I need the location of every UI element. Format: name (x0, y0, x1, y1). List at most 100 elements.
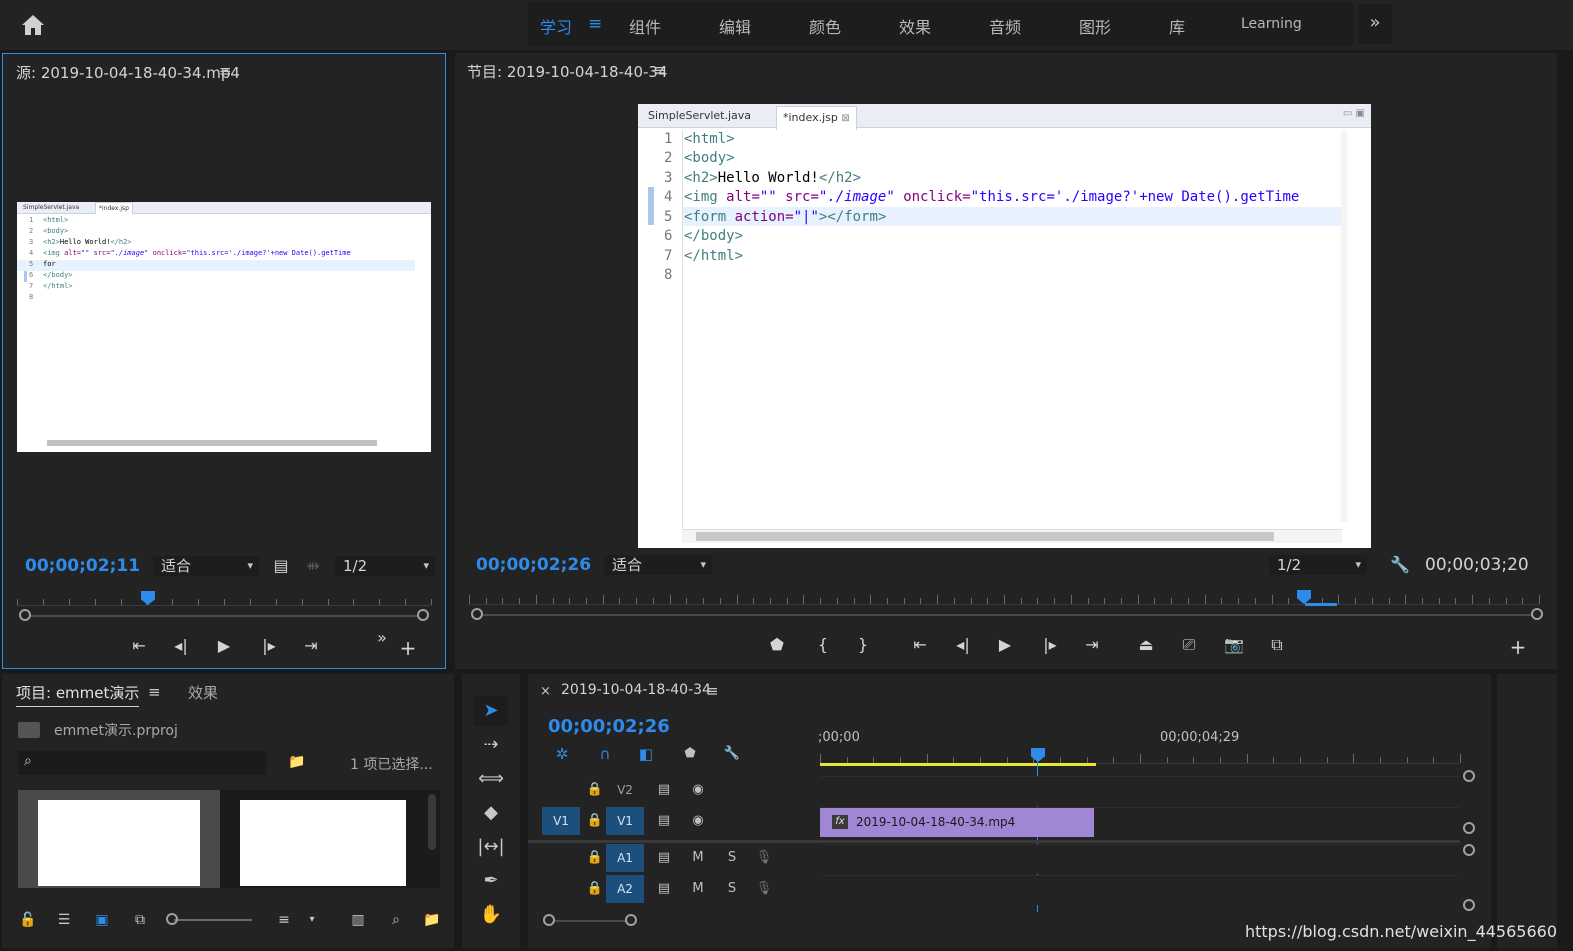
audio-vscroll-top[interactable] (1463, 844, 1475, 856)
film-icon[interactable]: ▤ (654, 776, 674, 804)
film-settings-icon[interactable]: ▤ (269, 554, 293, 578)
marker-icon[interactable]: ⬟ (765, 633, 789, 657)
program-zoom-end-handle[interactable] (1531, 608, 1543, 620)
tab-libraries[interactable]: 库 (1169, 14, 1185, 38)
icon-view-icon[interactable]: ▣ (92, 910, 112, 930)
camera-icon[interactable]: 📷 (1222, 633, 1246, 657)
source-more-buttons[interactable]: » (370, 626, 394, 650)
extract-icon[interactable]: ⎚ (1177, 633, 1201, 657)
chevron-down-icon[interactable]: ▾ (302, 910, 322, 930)
source-time-ruler[interactable] (17, 592, 432, 606)
tab-project[interactable]: 项目: emmet演示 (16, 682, 140, 707)
mark-out-icon[interactable]: } (851, 633, 875, 657)
thumbnail-size-slider[interactable] (174, 919, 252, 921)
track-lane-a2[interactable] (820, 875, 1460, 905)
nest-icon[interactable]: ✲ (552, 740, 572, 768)
project-item-thumbnail[interactable] (240, 800, 406, 886)
project-panel-menu-icon[interactable]: ≡ (148, 683, 161, 701)
tab-editing[interactable]: 编辑 (719, 14, 751, 38)
source-panel-menu-icon[interactable]: ≡ (219, 62, 232, 80)
track-label-a1[interactable]: A1 (606, 844, 644, 872)
pen-tool-icon[interactable]: ✒ (474, 866, 508, 896)
source-panel-title[interactable]: 源: 2019-10-04-18-40-34.mp4 (16, 62, 240, 83)
solo-button[interactable]: S (722, 875, 742, 903)
linked-selection-icon[interactable]: ◧ (636, 740, 656, 768)
go-to-in-icon[interactable]: ⇤ (127, 634, 151, 658)
track-lane-v2[interactable] (820, 776, 1460, 806)
tab-graphics[interactable]: 图形 (1079, 14, 1111, 38)
project-grid-scrollbar[interactable] (428, 794, 436, 850)
microphone-icon[interactable]: 🎙 (754, 844, 774, 872)
program-panel-menu-icon[interactable]: ≡ (653, 61, 666, 79)
track-label-v2[interactable]: V2 (606, 776, 644, 804)
eye-icon[interactable]: ◉ (688, 776, 708, 804)
lock-icon[interactable]: 🔒 (585, 844, 605, 872)
find-icon[interactable]: ⌕ (386, 910, 406, 930)
project-item-selected[interactable] (18, 790, 220, 888)
home-button[interactable] (18, 10, 48, 40)
tab-assembly[interactable]: 组件 (629, 14, 661, 38)
selection-tool-icon[interactable]: ➤ (474, 696, 508, 726)
new-bin-from-search-icon[interactable]: 📁 (288, 754, 305, 770)
sort-icon[interactable]: ≡ (274, 910, 294, 930)
video-vscroll-bottom[interactable] (1463, 822, 1475, 834)
film-icon[interactable]: ▤ (654, 844, 674, 872)
program-time-ruler[interactable] (469, 591, 1540, 605)
program-timecode[interactable]: 00;00;02;26 (476, 555, 591, 575)
tab-effects[interactable]: 效果 (899, 14, 931, 38)
compare-view-icon[interactable]: ⧉ (1265, 633, 1289, 657)
audio-vscroll-bottom[interactable] (1463, 899, 1475, 911)
lock-icon[interactable]: 🔒 (585, 875, 605, 903)
step-back-icon[interactable]: ◂| (951, 633, 975, 657)
source-zoom-end-handle[interactable] (417, 609, 429, 621)
ripple-edit-tool-icon[interactable]: ⟺ (474, 764, 508, 794)
source-timecode[interactable]: 00;00;02;11 (25, 556, 140, 576)
lift-icon[interactable]: ⏏ (1134, 633, 1158, 657)
work-area-bar[interactable] (820, 763, 1096, 766)
timeline-timecode[interactable]: 00;00;02;26 (548, 716, 670, 737)
source-fit-dropdown[interactable]: 适合 ▾ (153, 556, 259, 576)
step-back-icon[interactable]: ◂| (169, 634, 193, 658)
tab-learning[interactable]: Learning (1241, 16, 1302, 32)
film-icon[interactable]: ▤ (654, 807, 674, 835)
wrench-icon[interactable]: 🔧 (1388, 553, 1412, 577)
new-bin-icon[interactable]: 📁 (422, 910, 442, 930)
video-audio-divider[interactable] (528, 840, 1460, 843)
add-button-icon[interactable]: + (396, 636, 420, 660)
step-forward-icon[interactable]: |▸ (1038, 633, 1062, 657)
program-panel-title[interactable]: 节目: 2019-10-04-18-40-34 (467, 61, 668, 82)
eye-icon[interactable]: ◉ (688, 807, 708, 835)
source-preview-frame[interactable]: SimpleServlet.java *index.jsp 1 2 3 4 5 … (17, 202, 431, 452)
track-label-v1[interactable]: V1 (606, 807, 644, 835)
sequence-tab[interactable]: 2019-10-04-18-40-34 (561, 682, 711, 698)
source-zoom-start-handle[interactable] (19, 609, 31, 621)
program-resolution-dropdown[interactable]: 1/2 ▾ (1269, 555, 1367, 575)
program-zoom-start-handle[interactable] (471, 608, 483, 620)
mark-in-icon[interactable]: { (811, 633, 835, 657)
track-lane-a1[interactable] (820, 844, 1460, 874)
tab-color[interactable]: 颜色 (809, 14, 841, 38)
workspace-overflow-button[interactable]: » (1358, 4, 1392, 44)
lock-icon[interactable]: 🔒 (585, 807, 605, 835)
go-to-out-icon[interactable]: ⇥ (299, 634, 323, 658)
solo-button[interactable]: S (722, 844, 742, 872)
program-preview-frame[interactable]: SimpleServlet.java *index.jsp ⊠ ▭ ▣ 1 2 … (638, 104, 1371, 548)
add-button-icon[interactable]: + (1506, 635, 1530, 659)
track-select-tool-icon[interactable]: ⇢ (474, 730, 508, 760)
microphone-icon[interactable]: 🎙 (754, 875, 774, 903)
list-view-icon[interactable]: ☰ (54, 910, 74, 930)
step-forward-icon[interactable]: |▸ (257, 634, 281, 658)
program-fit-dropdown[interactable]: 适合 ▾ (604, 555, 712, 575)
tab-learn[interactable]: 学习 (540, 14, 572, 38)
snap-icon[interactable]: ∩ (595, 740, 615, 768)
video-clip[interactable]: fx 2019-10-04-18-40-34.mp4 (820, 808, 1094, 837)
hand-tool-icon[interactable]: ✋ (474, 900, 508, 930)
close-icon[interactable]: × (540, 684, 551, 699)
play-icon[interactable]: ▶ (212, 634, 236, 658)
wrench-icon[interactable]: 🔧 (722, 740, 742, 768)
add-marker-icon[interactable]: ⬟ (680, 740, 700, 768)
timeline-hscroll-start[interactable] (543, 914, 555, 926)
timeline-menu-icon[interactable]: ≡ (706, 682, 719, 700)
slip-tool-icon[interactable]: |↔| (474, 832, 508, 862)
go-to-out-icon[interactable]: ⇥ (1080, 633, 1104, 657)
